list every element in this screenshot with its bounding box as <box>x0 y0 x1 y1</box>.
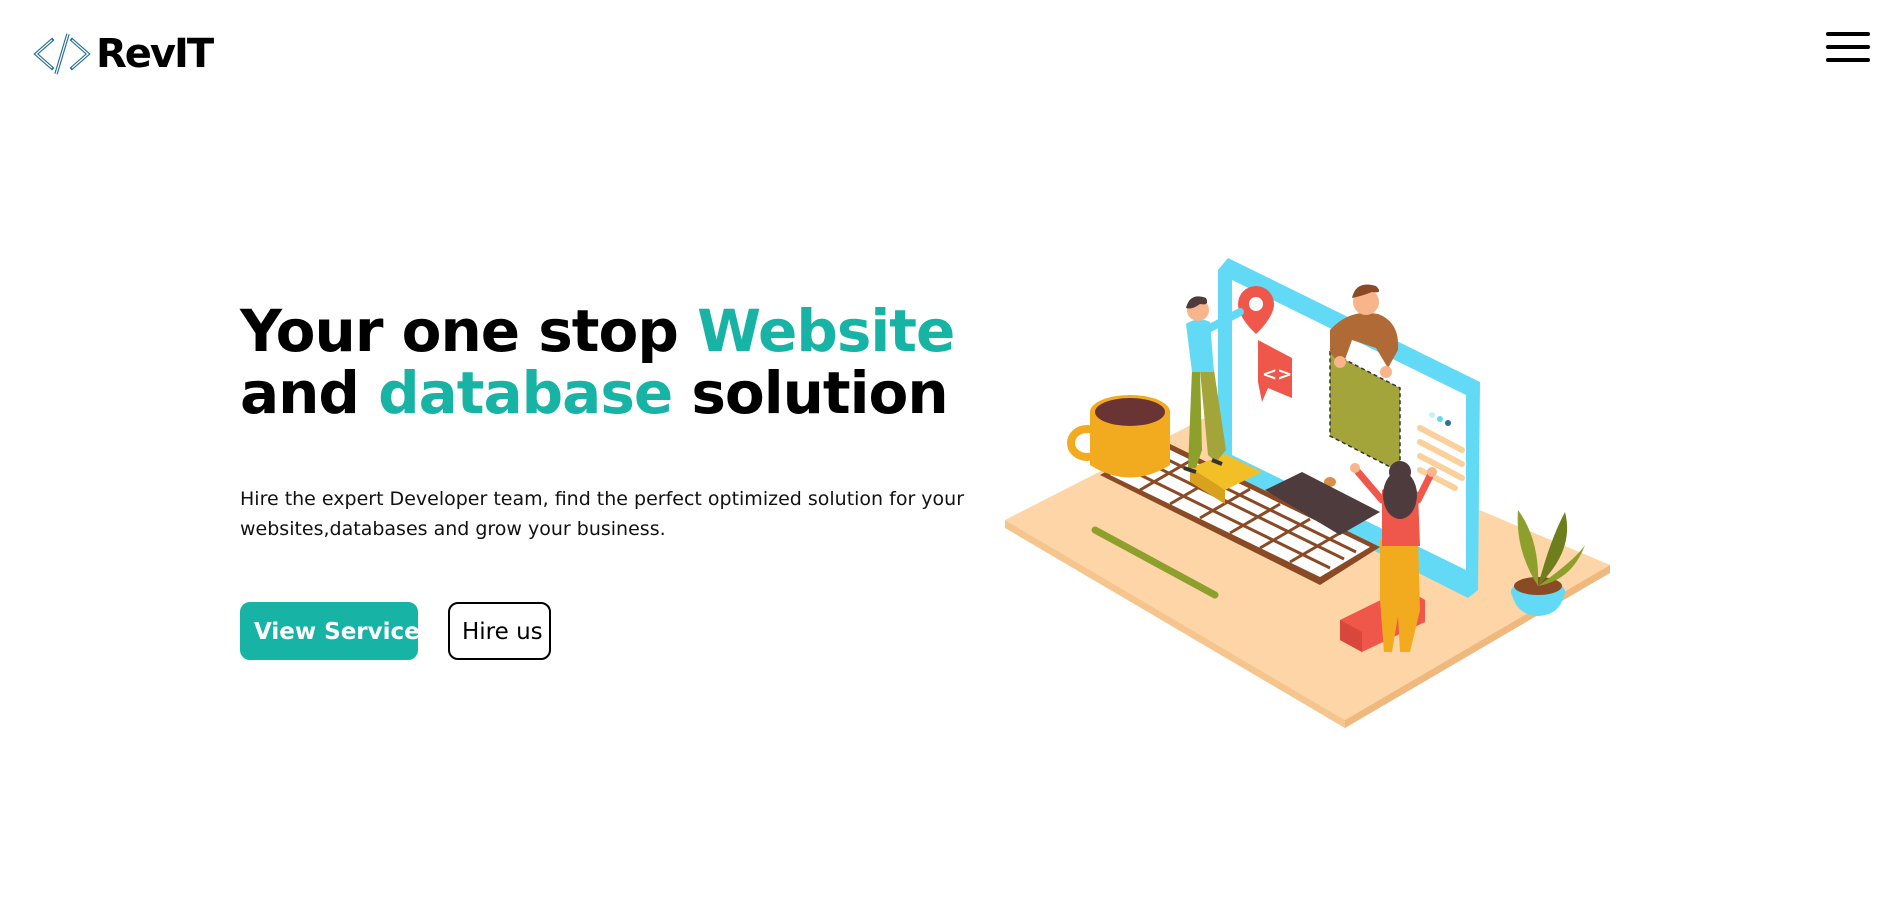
hamburger-menu-icon <box>1823 31 1873 62</box>
hero-title-accent-database: database <box>378 359 673 427</box>
hero-title-accent-website: Website <box>697 297 955 365</box>
brand-name: RevIT <box>96 31 214 77</box>
hamburger-menu-button[interactable] <box>1823 30 1873 72</box>
hero-description: Hire the expert Developer team, find the… <box>240 488 965 540</box>
code-brackets-icon <box>33 33 91 75</box>
hire-us-button[interactable]: Hire us <box>448 602 551 660</box>
hero-title-part3: solution <box>672 359 948 427</box>
code-bubble-glyph: <> <box>1262 364 1292 385</box>
page: RevIT Your one stop Website and database… <box>0 0 1893 912</box>
hero-illustration: <> <box>1005 258 1610 728</box>
hero-title: Your one stop Website and database solut… <box>240 300 1000 424</box>
view-services-button[interactable]: View Services <box>240 602 433 660</box>
brand-logo-link[interactable]: RevIT <box>32 30 214 78</box>
hero-title-part2: and <box>240 359 379 427</box>
coffee-mug <box>1067 395 1170 478</box>
hero-title-part1: Your one stop <box>240 297 698 365</box>
